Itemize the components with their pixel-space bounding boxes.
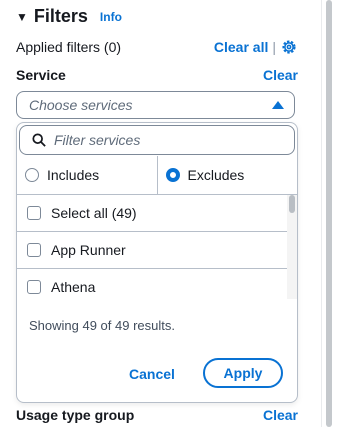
caret-down-icon[interactable]: ▼ bbox=[16, 10, 28, 24]
usage-type-group-label: Usage type group bbox=[16, 407, 135, 423]
applied-filters-label: Applied filters (0) bbox=[16, 39, 122, 55]
include-exclude-radio-group: Includes Excludes bbox=[17, 156, 297, 195]
results-count: Showing 49 of 49 results. bbox=[29, 318, 175, 333]
apply-button[interactable]: Apply bbox=[203, 358, 283, 388]
option-label: App Runner bbox=[51, 242, 126, 258]
clear-all-link[interactable]: Clear all bbox=[214, 39, 268, 55]
cancel-button[interactable]: Cancel bbox=[129, 366, 175, 382]
applied-filters-row: Applied filters (0) Clear all | bbox=[16, 38, 298, 56]
clear-all-group: Clear all | bbox=[214, 38, 298, 56]
checkbox[interactable] bbox=[27, 206, 41, 220]
options-scrollbar[interactable] bbox=[287, 195, 297, 299]
option-select-all[interactable]: Select all (49) bbox=[17, 195, 287, 232]
option-label: Athena bbox=[51, 279, 96, 295]
search-icon bbox=[32, 133, 46, 147]
triangle-up-icon bbox=[272, 101, 284, 109]
radio-includes-label: Includes bbox=[47, 167, 100, 183]
panel-scroll-thumb[interactable] bbox=[326, 0, 332, 427]
radio-excludes-label: Excludes bbox=[187, 167, 245, 183]
option-athena[interactable]: Athena bbox=[17, 269, 287, 299]
choose-services-select[interactable]: Choose services bbox=[16, 91, 295, 119]
gear-icon[interactable] bbox=[280, 38, 298, 56]
radio-includes-circle[interactable] bbox=[25, 168, 39, 182]
usage-type-group-clear-link[interactable]: Clear bbox=[263, 407, 298, 423]
service-clear-link[interactable]: Clear bbox=[263, 67, 298, 83]
usage-type-group-row: Usage type group Clear bbox=[16, 407, 298, 423]
filters-panel: ▼ Filters Info Applied filters (0) Clear… bbox=[0, 0, 320, 427]
service-options-list: Select all (49) App Runner Athena bbox=[17, 195, 287, 299]
option-label: Select all (49) bbox=[51, 205, 137, 221]
filter-services-placeholder: Filter services bbox=[54, 132, 141, 148]
checkbox[interactable] bbox=[27, 280, 41, 294]
filters-title: Filters bbox=[33, 6, 88, 26]
option-app-runner[interactable]: App Runner bbox=[17, 232, 287, 269]
radio-excludes[interactable]: Excludes bbox=[156, 156, 298, 194]
radio-includes[interactable]: Includes bbox=[17, 156, 157, 194]
options-scroll-thumb[interactable] bbox=[289, 195, 295, 213]
separator: | bbox=[272, 39, 276, 55]
info-link[interactable]: Info bbox=[100, 10, 122, 24]
service-row: Service Clear bbox=[16, 67, 298, 83]
filters-header[interactable]: ▼ Filters Info bbox=[16, 6, 122, 27]
filter-services-input[interactable]: Filter services bbox=[19, 125, 295, 155]
radio-excludes-circle[interactable] bbox=[165, 168, 180, 182]
checkbox[interactable] bbox=[27, 243, 41, 257]
services-dropdown: Filter services Includes Excludes Select… bbox=[16, 122, 298, 403]
choose-services-placeholder: Choose services bbox=[29, 97, 133, 113]
service-label: Service bbox=[16, 67, 66, 83]
